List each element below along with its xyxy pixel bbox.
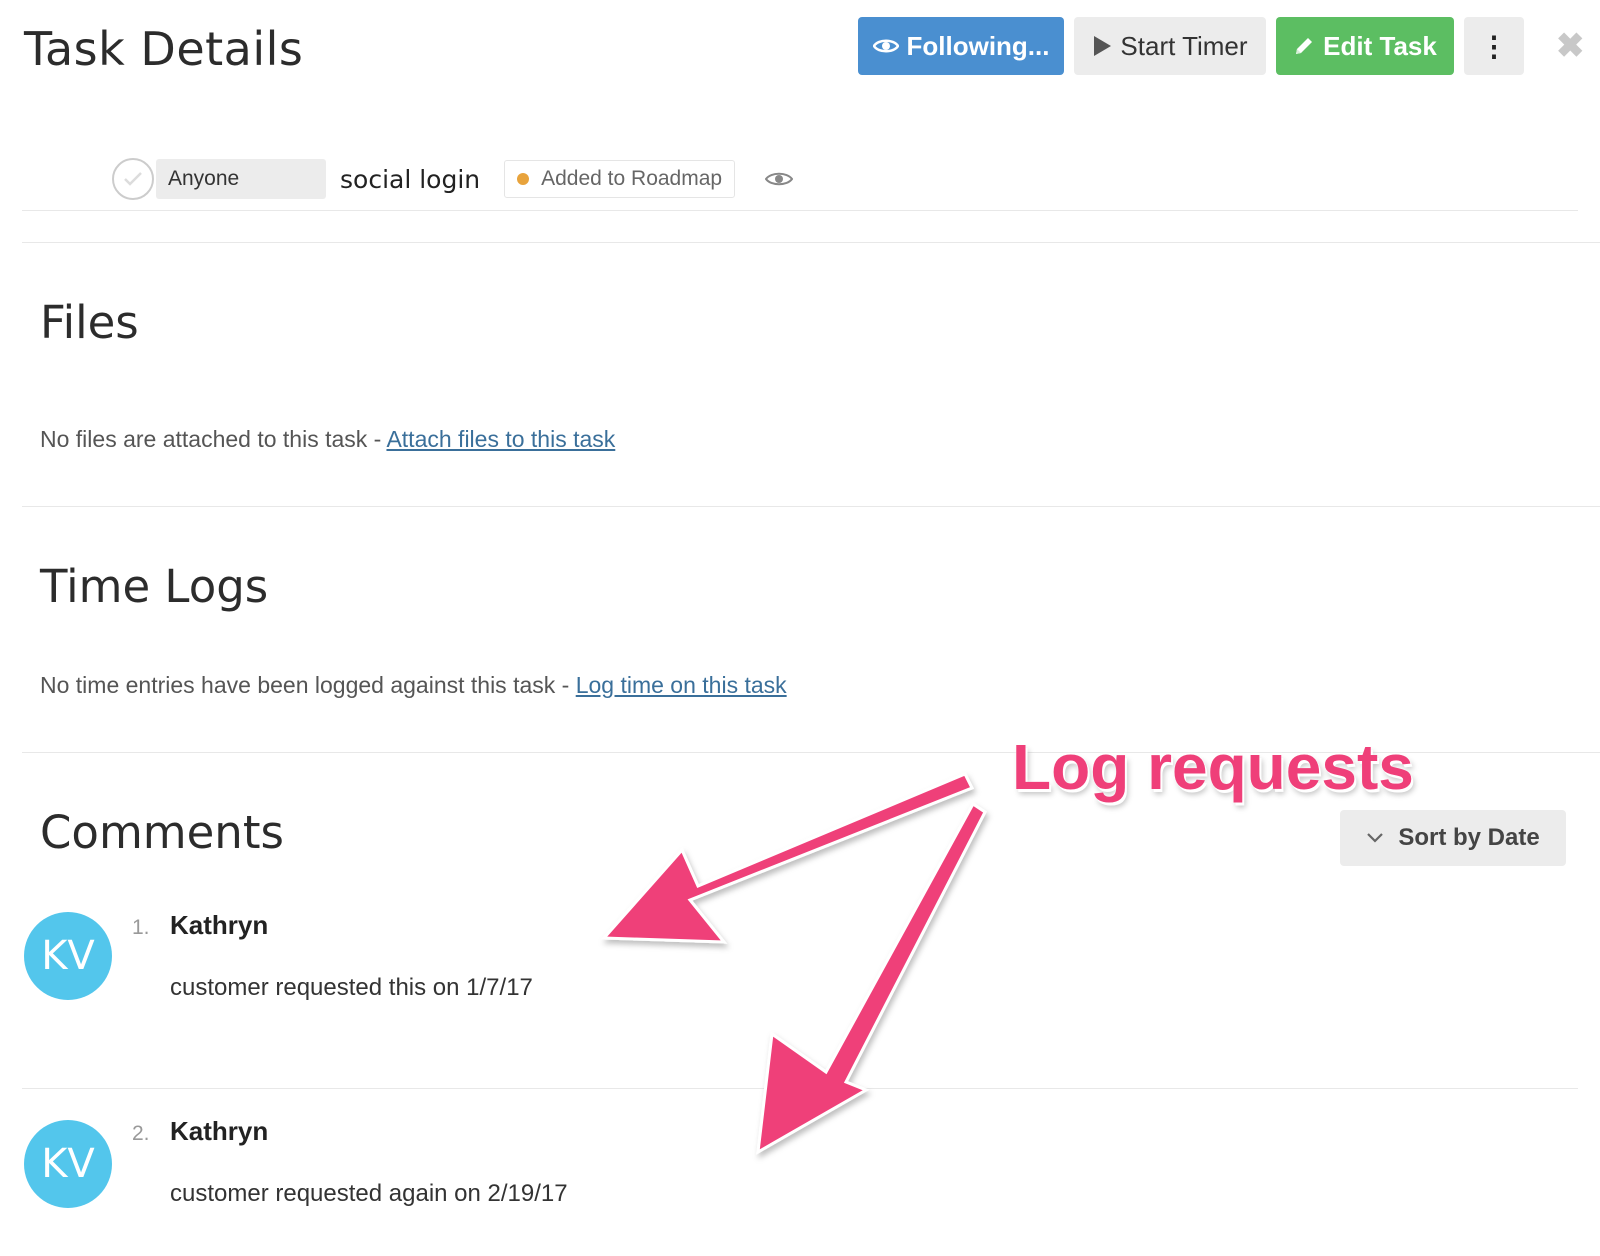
- start-timer-button[interactable]: Start Timer: [1074, 17, 1266, 75]
- play-icon: [1092, 35, 1112, 57]
- start-timer-label: Start Timer: [1120, 30, 1248, 61]
- divider: [22, 242, 1600, 243]
- divider: [22, 210, 1578, 211]
- arrow-to-comment-2: [756, 801, 987, 1155]
- pencil-icon: [1293, 35, 1315, 57]
- comment-author: Kathryn: [170, 1116, 269, 1146]
- task-row: Anyone social login Added to Roadmap: [112, 158, 794, 200]
- more-vertical-icon: ⋮: [1480, 30, 1508, 62]
- chevron-down-icon: [1366, 828, 1384, 849]
- edit-task-button[interactable]: Edit Task: [1276, 17, 1454, 75]
- comments-heading: Comments: [40, 806, 284, 859]
- assignee-select[interactable]: Anyone: [156, 159, 326, 199]
- comment-body: customer requested this on 1/7/17: [170, 974, 533, 1001]
- comment-number: 2.: [132, 1122, 150, 1145]
- time-logs-empty-text: No time entries have been logged against…: [40, 672, 576, 698]
- status-badge[interactable]: Added to Roadmap: [504, 160, 736, 198]
- avatar: KV: [24, 1120, 112, 1208]
- divider: [22, 506, 1600, 507]
- close-icon[interactable]: ✖: [1556, 26, 1585, 66]
- following-label: Following...: [906, 30, 1050, 61]
- eye-icon: [872, 37, 899, 55]
- page-title: Task Details: [24, 22, 304, 76]
- log-time-link[interactable]: Log time on this task: [576, 672, 787, 698]
- complete-task-toggle[interactable]: [112, 158, 154, 200]
- comment-number: 1.: [132, 916, 150, 939]
- sort-label: Sort by Date: [1398, 824, 1540, 851]
- edit-task-label: Edit Task: [1323, 30, 1437, 61]
- comment-author: Kathryn: [170, 910, 269, 940]
- arrow-to-comment-1: [600, 772, 975, 944]
- status-label: Added to Roadmap: [541, 167, 723, 190]
- more-options-button[interactable]: ⋮: [1464, 17, 1524, 75]
- annotation-label: Log requests: [1012, 731, 1414, 803]
- time-logs-empty-message: No time entries have been logged against…: [40, 672, 787, 699]
- divider: [22, 1088, 1578, 1089]
- task-name[interactable]: social login: [340, 165, 480, 194]
- avatar: KV: [24, 912, 112, 1000]
- eye-icon[interactable]: [765, 170, 794, 188]
- attach-files-link[interactable]: Attach files to this task: [386, 426, 615, 452]
- check-icon: [124, 172, 142, 186]
- files-heading: Files: [40, 296, 139, 349]
- files-empty-message: No files are attached to this task - Att…: [40, 426, 615, 453]
- sort-by-date-button[interactable]: Sort by Date: [1340, 810, 1566, 866]
- following-button[interactable]: Following...: [858, 17, 1064, 75]
- comment-body: customer requested again on 2/19/17: [170, 1180, 568, 1207]
- files-empty-text: No files are attached to this task -: [40, 426, 387, 452]
- status-dot: [517, 173, 530, 185]
- time-logs-heading: Time Logs: [40, 560, 269, 613]
